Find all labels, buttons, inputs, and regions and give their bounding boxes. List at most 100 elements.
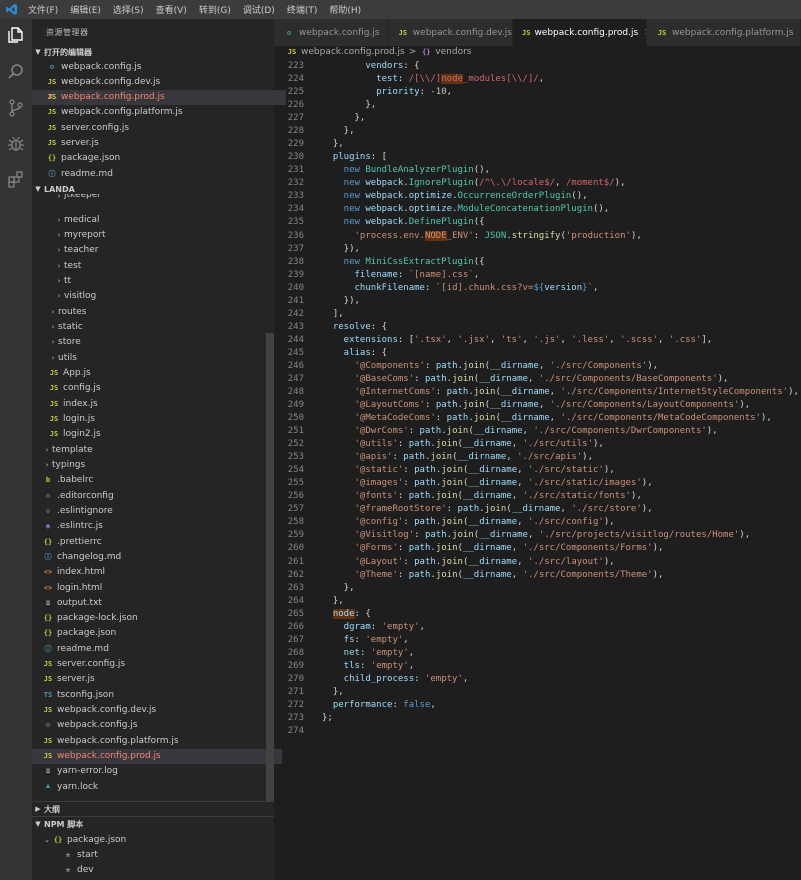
tree-item-33[interactable]: JS webpack.config.dev.js xyxy=(32,703,282,718)
search-icon[interactable] xyxy=(6,62,26,82)
tree-item-open-4[interactable]: JS server.config.js xyxy=(32,120,286,135)
tree-item-28[interactable]: {} package.json xyxy=(32,626,282,641)
chevron-right-icon: › xyxy=(57,277,61,286)
line-number: 225 xyxy=(287,87,304,98)
code-line: alias: { xyxy=(343,347,388,358)
tree-item-label: .editorconfig xyxy=(57,490,114,501)
tree-item-19[interactable]: ⚙ .editorconfig xyxy=(32,488,282,503)
tree-item-6[interactable]: › visitlog xyxy=(32,289,294,304)
tree-item-17[interactable]: › typings xyxy=(32,457,282,472)
symbol-object-icon: {} xyxy=(422,48,431,56)
debug-icon[interactable] xyxy=(6,134,26,154)
tree-item-open-5[interactable]: JS server.js xyxy=(32,136,286,151)
tree-item-26[interactable]: ≡ output.txt xyxy=(32,595,282,610)
code-editor[interactable]: 223 vendors: {224 test: /[\\/]node_modules… xyxy=(274,60,801,880)
extensions-icon[interactable] xyxy=(6,170,26,190)
menu-debug[interactable]: 调试(D) xyxy=(237,3,281,16)
menu-selection[interactable]: 选择(S) xyxy=(107,3,150,16)
breadcrumb-file[interactable]: webpack.config.prod.js xyxy=(301,47,405,57)
menu-help[interactable]: 帮助(H) xyxy=(323,3,367,16)
npm-package-json[interactable]: ⌄{} package.json xyxy=(32,832,282,847)
tree-item-label: yarn-error.log xyxy=(57,766,118,777)
menu-edit[interactable]: 编辑(E) xyxy=(64,3,107,16)
tree-item-38[interactable]: ♣ yarn.lock xyxy=(32,779,282,794)
tree-item-29[interactable]: ⓘ readme.md xyxy=(32,641,282,656)
npm-scripts-header[interactable]: ▼ NPM 脚本 xyxy=(32,816,274,831)
tree-item-5[interactable]: › tt xyxy=(32,274,294,289)
tree-item-27[interactable]: {} package-lock.json xyxy=(32,611,282,626)
tree-item-34[interactable]: ⚙ webpack.config.js xyxy=(32,718,282,733)
tree-item-25[interactable]: <> login.html xyxy=(32,580,282,595)
line-number: 272 xyxy=(287,699,304,710)
tree-item-31[interactable]: JS server.js xyxy=(32,672,282,687)
code-line: node: { xyxy=(332,608,371,619)
tree-item-0[interactable]: › jtkeeper xyxy=(32,194,294,200)
code-line: '@Layout': path.join(__dirname, './src/l… xyxy=(354,556,615,567)
html-icon: <> xyxy=(43,568,53,577)
explorer-icon[interactable] xyxy=(6,25,26,45)
wrench-icon: ⚒ xyxy=(65,865,71,874)
tab-webpack-config-platform[interactable]: JS webpack.config.platform.js xyxy=(647,19,801,46)
tree-item-open-2[interactable]: JS webpack.config.prod.js xyxy=(32,89,286,105)
line-number: 251 xyxy=(287,426,304,437)
sidebar-scrollbar[interactable] xyxy=(266,333,274,801)
tree-item-8[interactable]: › static xyxy=(32,320,288,335)
tree-item-15[interactable]: JS login2.js xyxy=(32,427,288,442)
tree-item-36[interactable]: JS webpack.config.prod.js xyxy=(32,748,282,764)
tab-webpack-config[interactable]: ⚙ webpack.config.js xyxy=(274,19,388,46)
tree-item-22[interactable]: {} .prettierrc xyxy=(32,534,282,549)
tree-item-1[interactable]: › medical xyxy=(32,212,294,227)
chevron-right-icon: › xyxy=(51,353,55,362)
tree-item-21[interactable]: ◉ .eslintrc.js xyxy=(32,519,282,534)
tree-item-11[interactable]: JS App.js xyxy=(32,366,288,381)
npm-script-start[interactable]: ⚒ start xyxy=(32,847,302,862)
tree-item-14[interactable]: JS login.js xyxy=(32,411,288,426)
menu-file[interactable]: 文件(F) xyxy=(22,3,64,16)
code-line: '@Visitlog': path.join(__dirname, './src… xyxy=(354,530,751,541)
tree-item-20[interactable]: ◇ .eslintignore xyxy=(32,503,282,518)
tree-item-10[interactable]: › utils xyxy=(32,350,288,365)
tree-item-2[interactable]: › myreport xyxy=(32,228,294,243)
tree-item-32[interactable]: TS tsconfig.json xyxy=(32,687,282,702)
close-icon[interactable]: ✕ xyxy=(47,92,54,101)
line-number: 271 xyxy=(287,686,304,697)
tree-item-35[interactable]: JS webpack.config.platform.js xyxy=(32,733,282,748)
tree-item-23[interactable]: ⓘ changelog.md xyxy=(32,549,282,564)
code-line: fs: 'empty', xyxy=(343,634,409,645)
tree-item-18[interactable]: b .babelrc xyxy=(32,473,282,488)
tree-item-37[interactable]: ≡ yarn-error.log xyxy=(32,764,282,779)
tree-item-4[interactable]: › test xyxy=(32,258,294,273)
tree-item-label: webpack.config.js xyxy=(61,61,142,72)
tree-item-13[interactable]: JS index.js xyxy=(32,396,288,411)
source-control-icon[interactable] xyxy=(6,98,26,118)
tab-webpack-config-prod[interactable]: JSwebpack.config.prod.js✕ xyxy=(513,19,647,46)
outline-header[interactable]: ▶ 大纲 xyxy=(32,801,274,816)
tree-item-7[interactable]: › routes xyxy=(32,304,288,319)
tree-item-open-7[interactable]: ⓘ readme.md xyxy=(32,166,286,181)
tree-item-30[interactable]: JS server.config.js xyxy=(32,657,282,672)
gear-file-icon: ⚙ xyxy=(49,62,55,71)
tree-item-9[interactable]: › store xyxy=(32,335,288,350)
tree-item-open-6[interactable]: {} package.json xyxy=(32,151,286,166)
json-icon: {} xyxy=(43,614,53,623)
tree-item-3[interactable]: › teacher xyxy=(32,243,294,258)
open-editors-header[interactable]: ▼ 打开的编辑器 xyxy=(32,45,274,59)
npm-script-dev[interactable]: ⚒ dev xyxy=(32,862,302,877)
menu-view[interactable]: 查看(V) xyxy=(150,3,193,16)
tree-item-24[interactable]: <> index.html xyxy=(32,565,282,580)
tree-item-label: tsconfig.json xyxy=(57,689,115,700)
line-number: 230 xyxy=(287,152,304,163)
line-number: 257 xyxy=(287,504,304,515)
breadcrumb-symbol[interactable]: vendors xyxy=(435,47,471,57)
js-icon: JS xyxy=(287,48,297,56)
tab-webpack-config-dev[interactable]: JS webpack.config.dev.js xyxy=(388,19,513,46)
tree-item-12[interactable]: JS config.js xyxy=(32,381,288,396)
tree-item-open-1[interactable]: JS webpack.config.dev.js xyxy=(32,74,286,89)
tree-item-open-3[interactable]: JS webpack.config.platform.js xyxy=(32,105,286,120)
tree-item-16[interactable]: › template xyxy=(32,442,282,457)
code-line: '@utils': path.join(__dirname, './src/ut… xyxy=(354,439,604,450)
tree-item-open-0[interactable]: ⚙ webpack.config.js xyxy=(32,59,286,74)
menu-terminal[interactable]: 终端(T) xyxy=(281,3,324,16)
line-number: 253 xyxy=(287,452,304,463)
menu-go[interactable]: 转到(G) xyxy=(193,3,237,16)
